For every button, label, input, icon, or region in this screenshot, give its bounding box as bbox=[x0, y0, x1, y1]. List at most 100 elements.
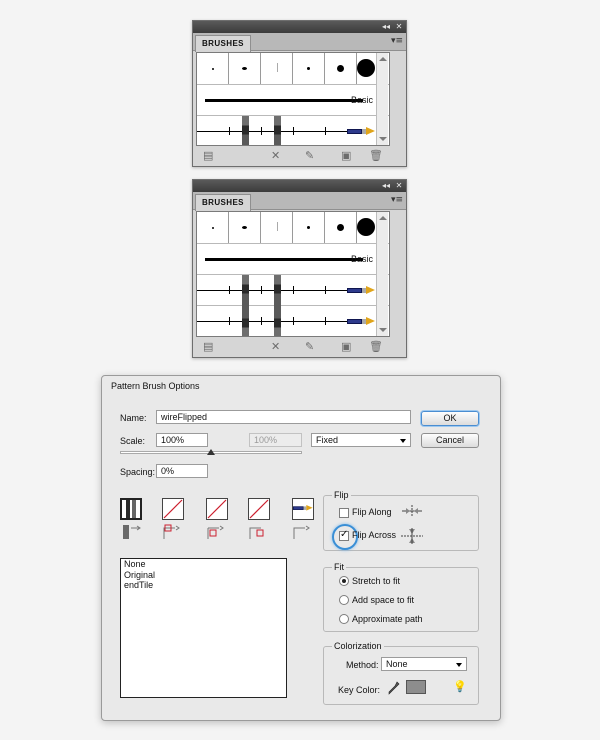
spacing-label: Spacing: bbox=[120, 467, 156, 477]
wire-segment bbox=[242, 116, 249, 145]
spacing-field[interactable]: 0% bbox=[156, 464, 208, 478]
tile-options-list[interactable]: None Original endTile bbox=[120, 558, 287, 698]
pattern-tick bbox=[325, 317, 326, 325]
scale-max-field: 100% bbox=[249, 433, 302, 447]
wire-tile-preview bbox=[132, 500, 136, 518]
key-color-label: Key Color: bbox=[338, 685, 381, 695]
close-icon[interactable]: ✕ bbox=[393, 180, 405, 192]
method-label: Method: bbox=[346, 660, 379, 670]
add-space-to-fit-label: Add space to fit bbox=[352, 595, 415, 605]
panel-bottom-bar: ▤ ✕ ✎ ▣ 🗑 bbox=[193, 337, 406, 357]
colorization-legend: Colorization bbox=[332, 641, 384, 651]
list-item[interactable]: Original bbox=[121, 570, 286, 581]
ok-button[interactable]: OK bbox=[421, 411, 479, 426]
brush-dot bbox=[212, 227, 214, 229]
basic-stroke bbox=[205, 99, 363, 102]
side-tile-button[interactable] bbox=[120, 498, 142, 520]
approximate-path-radio[interactable] bbox=[339, 614, 349, 624]
pattern-tick bbox=[325, 286, 326, 294]
key-color-swatch[interactable] bbox=[406, 680, 426, 694]
brush-dot bbox=[357, 218, 375, 236]
delete-brush-icon[interactable]: 🗑 bbox=[369, 150, 383, 162]
close-icon[interactable]: ✕ bbox=[393, 21, 405, 33]
scrollbar[interactable] bbox=[376, 53, 388, 145]
stretch-to-fit-radio[interactable] bbox=[339, 576, 349, 586]
scale-field[interactable]: 100% bbox=[156, 433, 208, 447]
brush-dot bbox=[337, 65, 344, 72]
brush-swatch[interactable] bbox=[325, 212, 357, 243]
scale-slider-thumb[interactable] bbox=[207, 449, 215, 455]
basic-label: Basic bbox=[350, 254, 373, 264]
brush-swatch[interactable] bbox=[229, 53, 261, 84]
tab-brushes[interactable]: BRUSHES bbox=[195, 194, 251, 211]
pattern-brush-row[interactable] bbox=[197, 275, 389, 306]
collapse-icon[interactable]: ◂◂ bbox=[380, 21, 392, 33]
brush-swatch[interactable] bbox=[197, 212, 229, 243]
cancel-button[interactable]: Cancel bbox=[421, 433, 479, 448]
brush-swatch[interactable] bbox=[293, 212, 325, 243]
inner-corner-tile-button[interactable] bbox=[206, 498, 228, 520]
flip-across-checkbox[interactable] bbox=[339, 529, 349, 541]
new-brush-icon[interactable]: ▣ bbox=[341, 341, 351, 353]
scroll-down-icon[interactable] bbox=[379, 328, 387, 332]
remove-brush-stroke-icon[interactable]: ✕ bbox=[271, 341, 280, 353]
panel-menu-icon[interactable]: ▾≡ bbox=[391, 36, 403, 46]
brush-dot bbox=[242, 67, 247, 70]
tips-lightbulb-icon[interactable]: 💡 bbox=[453, 680, 467, 693]
panel-menu-icon[interactable]: ▾≡ bbox=[391, 195, 403, 205]
brush-swatch[interactable] bbox=[325, 53, 357, 84]
brush-swatch[interactable] bbox=[261, 212, 293, 243]
list-item[interactable]: endTile bbox=[121, 580, 286, 591]
brush-libraries-menu-icon[interactable]: ▤ bbox=[203, 150, 213, 162]
scroll-down-icon[interactable] bbox=[379, 137, 387, 141]
eyedropper-icon[interactable] bbox=[388, 681, 400, 695]
scale-mode-select[interactable]: Fixed bbox=[311, 433, 411, 447]
pattern-brush-row[interactable] bbox=[197, 116, 389, 145]
method-value: None bbox=[386, 659, 408, 669]
brush-swatch[interactable] bbox=[293, 53, 325, 84]
end-tile-button[interactable] bbox=[292, 498, 314, 520]
pen-body bbox=[293, 506, 304, 510]
panel-titlebar[interactable]: ◂◂ ✕ bbox=[193, 180, 406, 192]
collapse-icon[interactable]: ◂◂ bbox=[380, 180, 392, 192]
scrollbar[interactable] bbox=[376, 212, 388, 336]
new-brush-icon[interactable]: ▣ bbox=[341, 150, 351, 162]
pattern-brush-row-flipped[interactable] bbox=[197, 306, 389, 336]
no-tile-slash-icon bbox=[249, 499, 269, 519]
pen-body bbox=[347, 288, 362, 293]
approximate-path-label: Approximate path bbox=[352, 614, 423, 624]
brush-swatch[interactable] bbox=[197, 53, 229, 84]
options-of-selected-object-icon[interactable]: ✎ bbox=[305, 341, 314, 353]
brush-dot bbox=[307, 67, 310, 70]
brush-dot bbox=[357, 59, 375, 77]
art-brush-row-basic[interactable]: Basic bbox=[197, 244, 389, 275]
flip-along-icon bbox=[402, 505, 422, 517]
scroll-up-icon[interactable] bbox=[379, 216, 387, 220]
brush-swatch[interactable] bbox=[261, 53, 293, 84]
art-brush-row-basic[interactable]: Basic bbox=[197, 85, 389, 116]
outer-corner-tile-button[interactable] bbox=[162, 498, 184, 520]
list-item[interactable]: None bbox=[121, 559, 286, 570]
flip-along-checkbox[interactable] bbox=[339, 508, 349, 518]
add-space-to-fit-radio[interactable] bbox=[339, 595, 349, 605]
remove-brush-stroke-icon[interactable]: ✕ bbox=[271, 150, 280, 162]
flip-along-label: Flip Along bbox=[352, 507, 392, 517]
panel-titlebar[interactable]: ◂◂ ✕ bbox=[193, 21, 406, 33]
pattern-line bbox=[197, 321, 369, 322]
method-select[interactable]: None bbox=[381, 657, 467, 671]
pen-tile-icon bbox=[347, 127, 377, 135]
brush-swatch[interactable] bbox=[357, 212, 378, 243]
wire-segment bbox=[242, 275, 249, 306]
scroll-up-icon[interactable] bbox=[379, 57, 387, 61]
brush-libraries-menu-icon[interactable]: ▤ bbox=[203, 341, 213, 353]
inner-corner-tile-position-icon bbox=[207, 525, 224, 539]
chevron-down-icon bbox=[400, 439, 406, 443]
delete-brush-icon[interactable]: 🗑 bbox=[369, 341, 383, 353]
tab-brushes[interactable]: BRUSHES bbox=[195, 35, 251, 52]
options-of-selected-object-icon[interactable]: ✎ bbox=[305, 150, 314, 162]
brush-swatch[interactable] bbox=[357, 53, 378, 84]
brush-swatch[interactable] bbox=[229, 212, 261, 243]
start-tile-button[interactable] bbox=[248, 498, 270, 520]
pen-tile-icon bbox=[347, 317, 377, 325]
name-field[interactable]: wireFlipped bbox=[156, 410, 411, 424]
